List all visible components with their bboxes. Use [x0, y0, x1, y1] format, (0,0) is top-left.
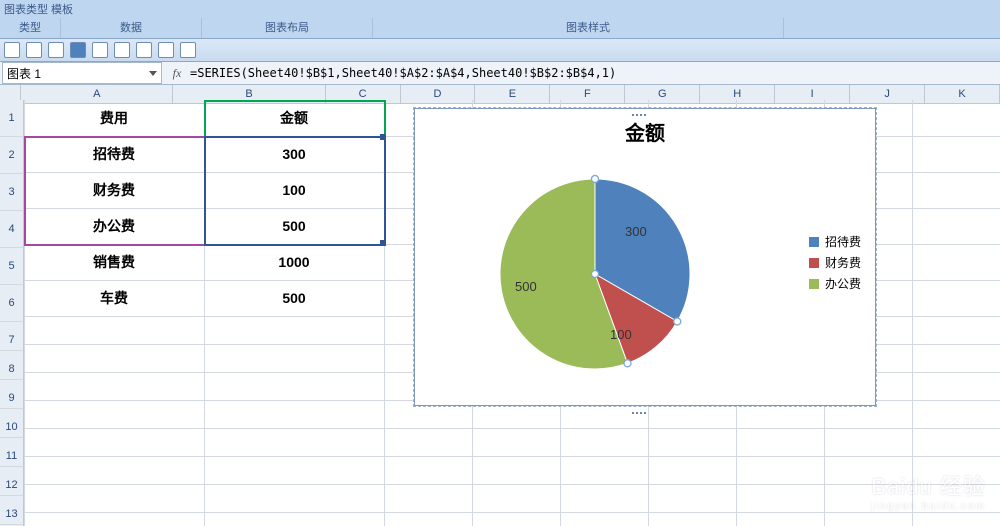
row-headers: 1234567891011121314: [0, 100, 24, 526]
row-header-3[interactable]: 3: [0, 174, 24, 211]
row-header-10[interactable]: 10: [0, 409, 24, 438]
row-header-13[interactable]: 13: [0, 496, 24, 525]
name-box-value: 图表 1: [7, 65, 41, 82]
qat-new-icon[interactable]: [136, 42, 152, 58]
row-header-6[interactable]: 6: [0, 285, 24, 322]
ribbon-group-type[interactable]: 类型: [0, 18, 61, 38]
qat-save-icon[interactable]: [4, 42, 20, 58]
worksheet-grid[interactable]: 1234567891011121314 费用 金额 招待费 300 财务费 10…: [0, 100, 1000, 526]
qat-preview-icon[interactable]: [92, 42, 108, 58]
row-header-4[interactable]: 4: [0, 211, 24, 248]
cell-area[interactable]: 费用 金额 招待费 300 财务费 100 办公费 500 销售费 1000 车…: [24, 100, 1000, 526]
data-label-1: 100: [610, 327, 632, 342]
range-handle[interactable]: [380, 134, 386, 140]
legend-swatch-icon: [809, 237, 819, 247]
legend-label: 招待费: [825, 233, 861, 250]
ribbon-group-styles[interactable]: 图表样式: [393, 18, 784, 38]
row-header-1[interactable]: 1: [0, 100, 24, 137]
embedded-chart[interactable]: 金额 300 100 500 招待费 财务费 办公费: [414, 108, 876, 406]
cell-a2[interactable]: 招待费: [24, 136, 204, 172]
cell-a1[interactable]: 费用: [24, 100, 204, 136]
legend-label: 办公费: [825, 275, 861, 292]
chart-drag-handle-bottom[interactable]: [631, 403, 659, 409]
chart-title[interactable]: 金额: [415, 117, 875, 146]
qat-undo-icon[interactable]: [26, 42, 42, 58]
qat-dropdown-icon[interactable]: [180, 42, 196, 58]
qat-misc-icon[interactable]: [158, 42, 174, 58]
cell-a5[interactable]: 销售费: [24, 244, 204, 280]
insert-function-button[interactable]: fx: [168, 66, 186, 81]
cell-b5[interactable]: 1000: [204, 244, 384, 280]
formula-bar[interactable]: =SERIES(Sheet40!$B$1,Sheet40!$A$2:$A$4,S…: [186, 66, 1000, 80]
cell-b3[interactable]: 100: [204, 172, 384, 208]
cell-b2[interactable]: 300: [204, 136, 384, 172]
legend-label: 财务费: [825, 254, 861, 271]
range-handle[interactable]: [380, 240, 386, 246]
chevron-down-icon[interactable]: [149, 71, 157, 76]
row-header-5[interactable]: 5: [0, 248, 24, 285]
legend-swatch-icon: [809, 279, 819, 289]
row-header-8[interactable]: 8: [0, 351, 24, 380]
legend-item-0[interactable]: 招待费: [809, 233, 861, 250]
data-label-0: 300: [625, 224, 647, 239]
ribbon-group-layout[interactable]: 图表布局: [202, 18, 373, 38]
qat-print-icon[interactable]: [70, 42, 86, 58]
quick-access-toolbar: [0, 39, 1000, 62]
row-header-11[interactable]: 11: [0, 438, 24, 467]
data-label-2: 500: [515, 279, 537, 294]
ribbon-group-data[interactable]: 数据: [61, 18, 202, 38]
name-box[interactable]: 图表 1: [2, 62, 162, 84]
row-header-7[interactable]: 7: [0, 322, 24, 351]
watermark: Baidu 经验 jingyan.baidu.com: [871, 469, 986, 512]
formula-bar-row: 图表 1 fx =SERIES(Sheet40!$B$1,Sheet40!$A$…: [0, 62, 1000, 85]
qat-open-icon[interactable]: [114, 42, 130, 58]
chart-legend[interactable]: 招待费 财务费 办公费: [809, 229, 861, 296]
legend-item-1[interactable]: 财务费: [809, 254, 861, 271]
legend-item-2[interactable]: 办公费: [809, 275, 861, 292]
pie-chart-svg: [455, 154, 735, 384]
ribbon-group-labels: 类型 数据 图表布局 图表样式: [0, 18, 1000, 39]
qat-redo-icon[interactable]: [48, 42, 64, 58]
row-header-2[interactable]: 2: [0, 137, 24, 174]
pie-plot-area[interactable]: [455, 154, 735, 384]
ribbon-fragment: 图表类型 模板: [0, 0, 1000, 18]
cell-b4[interactable]: 500: [204, 208, 384, 244]
chart-drag-handle-top[interactable]: [631, 105, 659, 111]
cell-b6[interactable]: 500: [204, 280, 384, 316]
cell-a6[interactable]: 车费: [24, 280, 204, 316]
cell-b1[interactable]: 金额: [204, 100, 384, 136]
row-header-12[interactable]: 12: [0, 467, 24, 496]
row-header-9[interactable]: 9: [0, 380, 24, 409]
cell-a4[interactable]: 办公费: [24, 208, 204, 244]
legend-swatch-icon: [809, 258, 819, 268]
cell-a3[interactable]: 财务费: [24, 172, 204, 208]
